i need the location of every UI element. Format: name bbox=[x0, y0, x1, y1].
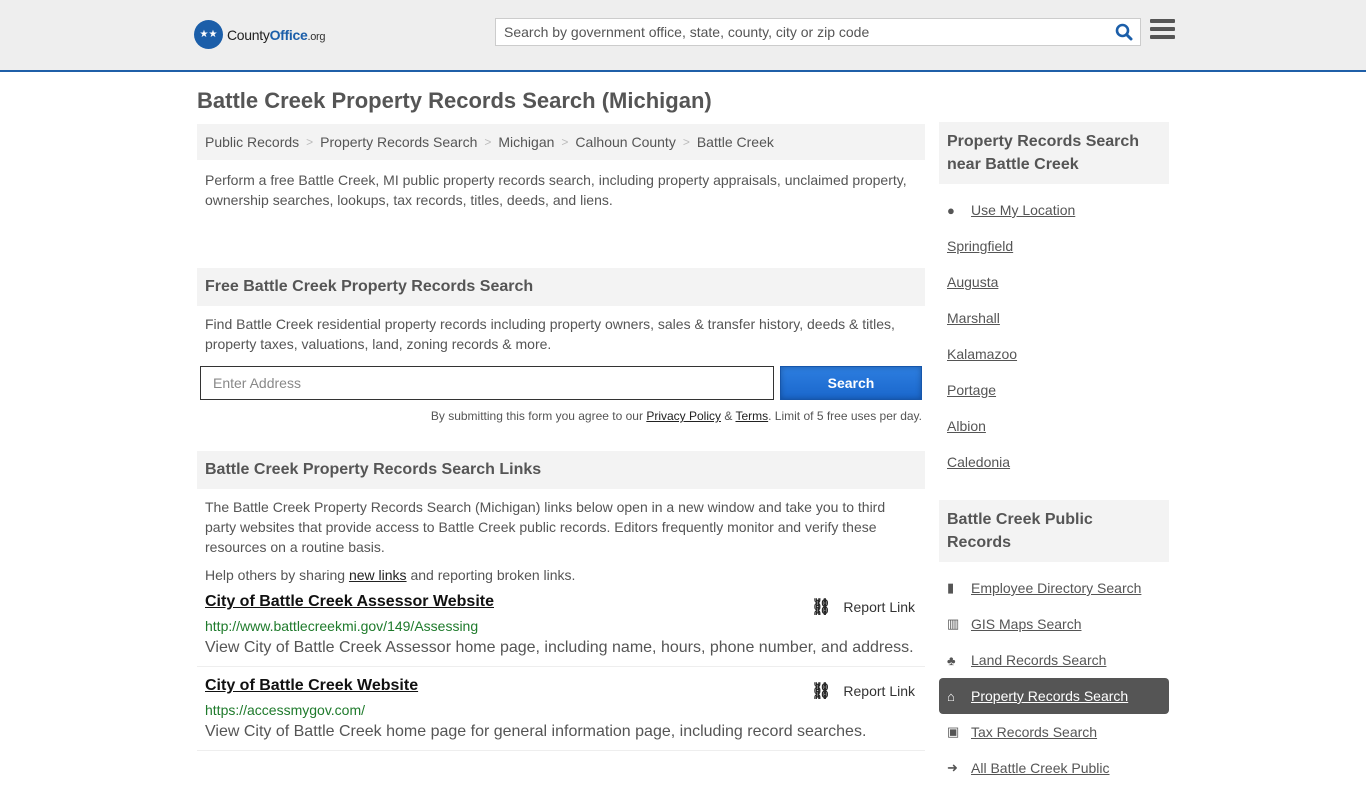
broken-link-icon: ⛓ bbox=[811, 599, 832, 616]
nearby-item[interactable]: Portage bbox=[939, 372, 1169, 408]
link-title[interactable]: City of Battle Creek Website bbox=[205, 677, 418, 694]
main-content: Public Records > Property Records Search >… bbox=[197, 124, 925, 751]
terms-notice: By submitting this form you agree to our… bbox=[430, 409, 922, 423]
sidebar-item-employee-directory[interactable]: ▮ Employee Directory Search bbox=[939, 570, 1169, 606]
nearby-item[interactable]: Augusta bbox=[939, 264, 1169, 300]
nearby-item[interactable]: Springfield bbox=[939, 228, 1169, 264]
nearby-item[interactable]: Albion bbox=[939, 408, 1169, 444]
tree-icon: ♣ bbox=[947, 652, 956, 668]
nearby-item[interactable]: Marshall bbox=[939, 300, 1169, 336]
help-text: Help others by sharing new links and rep… bbox=[205, 567, 576, 583]
sidebar-item-all-public[interactable]: ➜ All Battle Creek Public bbox=[939, 750, 1169, 786]
breadcrumb-property-records-search[interactable]: Property Records Search bbox=[320, 134, 477, 150]
link-description: View City of Battle Creek Assessor home … bbox=[205, 639, 914, 656]
logo-suffix: .org bbox=[307, 30, 326, 43]
logo[interactable]: ★★ CountyOffice.org bbox=[194, 20, 326, 49]
search-button[interactable] bbox=[1108, 19, 1140, 45]
breadcrumb-michigan[interactable]: Michigan bbox=[498, 134, 554, 150]
nearby-list: ● Use My Location Springfield Augusta Mar… bbox=[939, 184, 1169, 480]
sidebar-item-gis-maps[interactable]: ▥ GIS Maps Search bbox=[939, 606, 1169, 642]
list-item: City of Battle Creek Website ⛓ Report Lin… bbox=[197, 667, 925, 751]
site-search bbox=[495, 18, 1141, 46]
privacy-policy-link[interactable]: Privacy Policy bbox=[646, 409, 721, 423]
hamburger-menu-icon[interactable] bbox=[1150, 19, 1175, 43]
nearby-heading: Property Records Search near Battle Cree… bbox=[939, 122, 1169, 184]
sidebar: Property Records Search near Battle Cree… bbox=[939, 122, 1169, 786]
link-description: View City of Battle Creek home page for … bbox=[205, 723, 867, 740]
new-links-link[interactable]: new links bbox=[349, 567, 407, 583]
logo-office: Office bbox=[269, 26, 308, 43]
breadcrumb-calhoun-county[interactable]: Calhoun County bbox=[575, 134, 675, 150]
address-search-button[interactable]: Search bbox=[780, 366, 922, 400]
money-icon: ▣ bbox=[947, 724, 960, 739]
link-url[interactable]: http://www.battlecreekmi.gov/149/Assessi… bbox=[205, 618, 917, 634]
book-icon: ▮ bbox=[947, 580, 955, 595]
site-search-input[interactable] bbox=[496, 19, 1108, 45]
eagle-badge-icon: ★★ bbox=[194, 20, 223, 49]
home-icon: ⌂ bbox=[947, 688, 955, 704]
use-my-location[interactable]: ● Use My Location bbox=[939, 192, 1169, 228]
sidebar-item-tax-records[interactable]: ▣ Tax Records Search bbox=[939, 714, 1169, 750]
address-search-form: Search bbox=[200, 366, 922, 400]
breadcrumb-battle-creek[interactable]: Battle Creek bbox=[697, 134, 774, 150]
report-link-button[interactable]: ⛓ Report Link bbox=[811, 597, 915, 617]
breadcrumb-separator: > bbox=[561, 135, 569, 149]
search-section-heading: Free Battle Creek Property Records Searc… bbox=[197, 268, 925, 306]
sidebar-item-property-records[interactable]: ⌂ Property Records Search bbox=[939, 678, 1169, 714]
arrow-right-icon: ➜ bbox=[947, 760, 958, 775]
breadcrumb-separator: > bbox=[484, 135, 492, 149]
links-section-description: The Battle Creek Property Records Search… bbox=[205, 499, 886, 555]
sidebar-item-land-records[interactable]: ♣ Land Records Search bbox=[939, 642, 1169, 678]
breadcrumb-separator: > bbox=[306, 135, 314, 149]
public-records-list: ▮ Employee Directory Search ▥ GIS Maps Sea… bbox=[939, 562, 1169, 786]
page-title: Battle Creek Property Records Search (Mi… bbox=[197, 88, 712, 113]
link-url[interactable]: https://accessmygov.com/ bbox=[205, 702, 917, 718]
broken-link-icon: ⛓ bbox=[811, 683, 832, 700]
nearby-item[interactable]: Kalamazoo bbox=[939, 336, 1169, 372]
breadcrumb-separator: > bbox=[682, 135, 690, 149]
report-link-button[interactable]: ⛓ Report Link bbox=[811, 681, 915, 701]
terms-link[interactable]: Terms bbox=[735, 409, 768, 423]
breadcrumb-public-records[interactable]: Public Records bbox=[205, 134, 299, 150]
breadcrumb: Public Records > Property Records Search >… bbox=[197, 124, 925, 160]
list-item: City of Battle Creek Assessor Website ⛓ R… bbox=[197, 583, 925, 667]
address-input[interactable] bbox=[200, 366, 774, 400]
map-marker-icon: ● bbox=[947, 202, 955, 218]
search-section-description: Find Battle Creek residential property r… bbox=[205, 316, 895, 352]
link-title[interactable]: City of Battle Creek Assessor Website bbox=[205, 593, 494, 610]
top-bar: ★★ CountyOffice.org bbox=[0, 0, 1366, 72]
public-records-heading: Battle Creek Public Records bbox=[939, 500, 1169, 562]
logo-prefix: County bbox=[227, 26, 270, 43]
map-icon: ▥ bbox=[947, 616, 960, 631]
nearby-item[interactable]: Caledonia bbox=[939, 444, 1169, 480]
links-section-heading: Battle Creek Property Records Search Lin… bbox=[197, 451, 925, 489]
intro-text: Perform a free Battle Creek, MI public p… bbox=[205, 172, 907, 208]
search-icon bbox=[1115, 23, 1133, 41]
